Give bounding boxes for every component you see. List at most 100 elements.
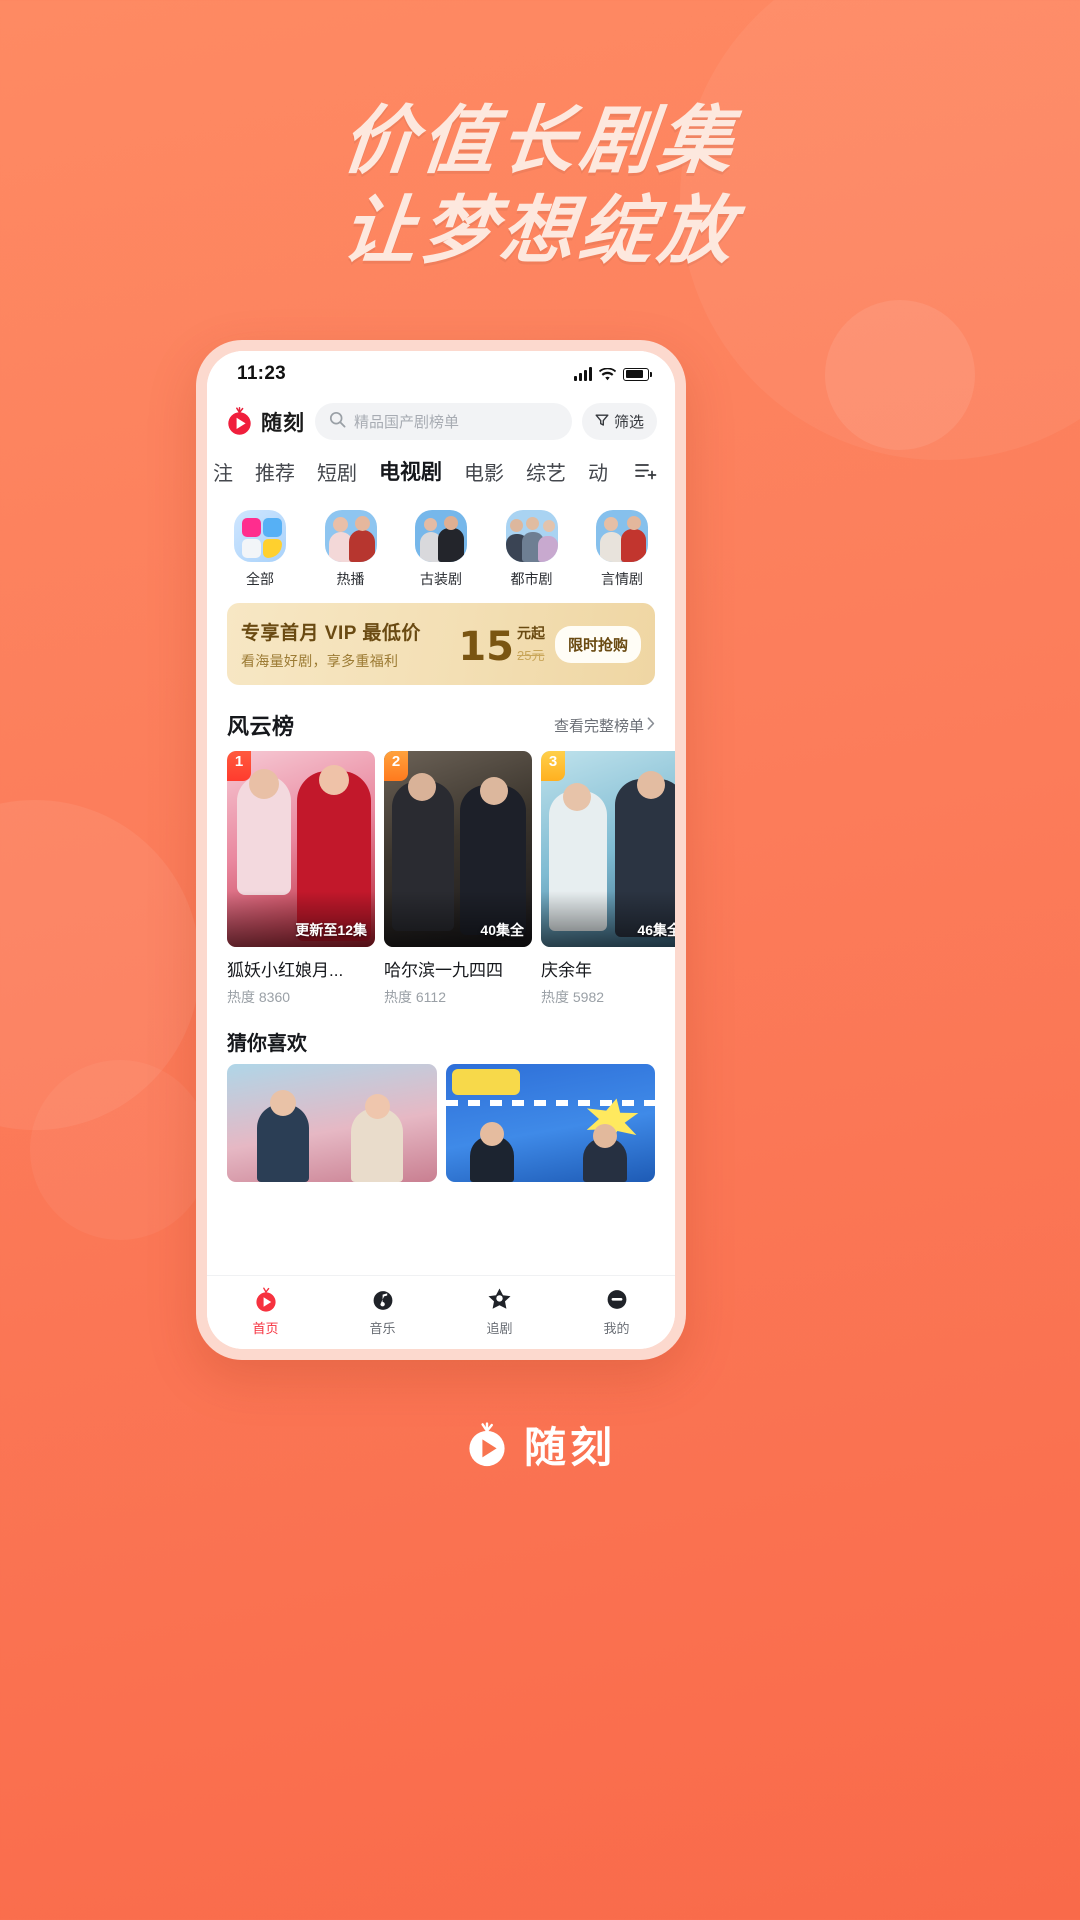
vip-subtitle: 看海量好剧，享多重福利 [241, 652, 399, 669]
vip-text-block: 专享首月 VIP 最低价 看海量好剧，享多重福利 [241, 618, 448, 671]
guess-card-row [207, 1064, 675, 1182]
bg-decor-circle-3 [0, 800, 200, 1130]
rank-card-title: 哈尔滨一九四四 [384, 961, 503, 980]
vip-promo-banner[interactable]: 专享首月 VIP 最低价 看海量好剧，享多重福利 15 元起 25元 限时抢购 [227, 603, 655, 685]
category-label: 都市剧 [510, 571, 553, 587]
rank-card-title: 狐妖小红娘月... [227, 961, 344, 980]
bg-decor-circle-2 [825, 300, 975, 450]
tab-guanzhu[interactable]: 注 [207, 453, 244, 490]
search-placeholder: 精品国产剧榜单 [354, 414, 460, 431]
romance-drama-thumb [596, 510, 648, 562]
rank-card-title: 庆余年 [541, 961, 592, 980]
rank-episode-badge: 更新至12集 [295, 922, 367, 938]
music-note-icon [324, 1285, 441, 1315]
filter-label: 筛选 [613, 414, 644, 431]
status-bar-indicators [574, 367, 653, 381]
guess-card-2[interactable] [445, 1064, 655, 1182]
tab-dianshiju[interactable]: 电视剧 [368, 452, 453, 490]
vip-cta-button[interactable]: 限时抢购 [554, 625, 641, 663]
bottom-nav-music[interactable]: 音乐 [324, 1285, 441, 1337]
rank-card-heat: 热度 6112 [384, 989, 446, 1005]
costume-drama-thumb [415, 510, 467, 562]
tab-dianying[interactable]: 电影 [453, 453, 515, 490]
rank-badge: 1 [227, 751, 251, 781]
category-tab-bar: 注 推荐 短剧 电视剧 电影 综艺 动 [207, 450, 675, 496]
category-item-costume[interactable]: 古装剧 [410, 510, 472, 589]
guess-card-1[interactable] [227, 1064, 437, 1182]
hot-drama-thumb [324, 510, 377, 562]
status-bar-time: 11:23 [237, 363, 287, 384]
tab-tuijian[interactable]: 推荐 [244, 453, 306, 490]
tab-zongyi[interactable]: 综艺 [515, 453, 577, 490]
phone-screen: 11:23 随刻 精品国产剧榜单 筛选 注 推荐 短剧 电视剧 电影 综艺 动 … [207, 351, 675, 1349]
rank-card-rail[interactable]: 1 更新至12集 狐妖小红娘月... 热度 8360 2 40集全 哈尔滨一九四… [207, 751, 675, 1015]
rank-card[interactable]: 2 40集全 哈尔滨一九四四 热度 6112 [384, 751, 532, 1007]
status-bar: 11:23 [207, 351, 675, 397]
tab-label: 注 [213, 462, 233, 485]
tab-dongman[interactable]: 动 [577, 453, 619, 490]
tab-label: 动 [588, 462, 608, 485]
bottom-nav-follow[interactable]: 追剧 [441, 1285, 558, 1337]
chevron-right-icon [647, 716, 655, 734]
bottom-nav-label: 首页 [252, 1320, 279, 1336]
home-scroll-content[interactable]: 全部 热播 古装剧 都市剧 言情剧 专享首月 VIP 最低价 看海量好剧，享多重… [207, 496, 675, 1275]
all-categories-tile-icon [234, 510, 286, 562]
star-follow-icon [441, 1285, 558, 1315]
bottom-nav-label: 音乐 [369, 1320, 396, 1336]
rank-episode-badge: 46集全 [637, 922, 675, 938]
category-label: 言情剧 [601, 571, 643, 587]
category-item-hot[interactable]: 热播 [320, 510, 382, 589]
tab-list-add-icon[interactable] [635, 462, 663, 480]
vip-price-block: 15 元起 25元 [458, 623, 545, 670]
search-input[interactable]: 精品国产剧榜单 [315, 403, 572, 440]
battery-icon [623, 367, 653, 381]
poster-headline: 价值长剧集 让梦想绽放 [0, 96, 1080, 277]
category-shortcut-row: 全部 热播 古装剧 都市剧 言情剧 [207, 496, 675, 599]
category-label: 古装剧 [420, 571, 462, 587]
vip-price-number: 15 [458, 623, 514, 670]
home-play-icon [207, 1285, 324, 1315]
rank-card[interactable]: 3 46集全 庆余年 热度 5982 [541, 751, 675, 1007]
rank-card-heat: 热度 5982 [541, 989, 605, 1005]
category-label: 全部 [246, 571, 274, 587]
poster-footer-brand: 随刻 [0, 1414, 1080, 1475]
headline-line-2: 让梦想绽放 [337, 188, 743, 275]
headline-line-1: 价值长剧集 [337, 98, 743, 184]
view-full-rank-label: 查看完整榜单 [553, 717, 644, 735]
vip-banner-wrapper: 专享首月 VIP 最低价 看海量好剧，享多重福利 15 元起 25元 限时抢购 [207, 599, 675, 695]
tab-label: 电视剧 [379, 461, 442, 484]
bottom-nav-profile[interactable]: 我的 [558, 1285, 675, 1337]
search-icon [329, 411, 346, 433]
tab-duanju[interactable]: 短剧 [306, 453, 368, 490]
tab-label: 综艺 [526, 462, 566, 485]
bottom-nav-label: 追剧 [486, 1320, 513, 1336]
rank-poster[interactable]: 1 更新至12集 [227, 751, 375, 947]
rank-section-title: 风云榜 [227, 714, 295, 739]
category-item-romance[interactable]: 言情剧 [591, 510, 653, 589]
filter-button[interactable]: 筛选 [581, 403, 657, 440]
app-header: 随刻 精品国产剧榜单 筛选 [207, 397, 675, 450]
tab-label: 推荐 [255, 462, 295, 485]
rank-card[interactable]: 1 更新至12集 狐妖小红娘月... 热度 8360 [227, 751, 375, 1007]
bottom-navigation-bar: 首页 音乐 追剧 我的 [207, 1275, 675, 1349]
bg-decor-circle-4 [30, 1060, 210, 1240]
rank-episode-badge: 40集全 [480, 922, 524, 938]
rank-poster[interactable]: 2 40集全 [384, 751, 532, 947]
brand-name: 随刻 [261, 411, 305, 435]
rank-badge: 3 [541, 751, 565, 781]
category-label: 热播 [336, 571, 365, 587]
suike-logo-icon [225, 407, 254, 436]
wifi-icon [599, 367, 616, 381]
tab-label: 短剧 [317, 462, 357, 485]
vip-price-unit: 元起 [516, 624, 545, 641]
bottom-nav-home[interactable]: 首页 [207, 1285, 324, 1337]
urban-drama-thumb [505, 510, 558, 562]
tab-label: 电影 [464, 462, 504, 485]
category-item-urban[interactable]: 都市剧 [501, 510, 563, 589]
rank-poster[interactable]: 3 46集全 [541, 751, 675, 947]
phone-mockup: 11:23 随刻 精品国产剧榜单 筛选 注 推荐 短剧 电视剧 电影 综艺 动 … [196, 340, 686, 1360]
vip-title: 专享首月 VIP 最低价 [241, 622, 421, 644]
view-full-rank-link[interactable]: 查看完整榜单 [554, 715, 655, 736]
category-item-all[interactable]: 全部 [229, 510, 291, 589]
suike-logo-icon [464, 1421, 510, 1468]
